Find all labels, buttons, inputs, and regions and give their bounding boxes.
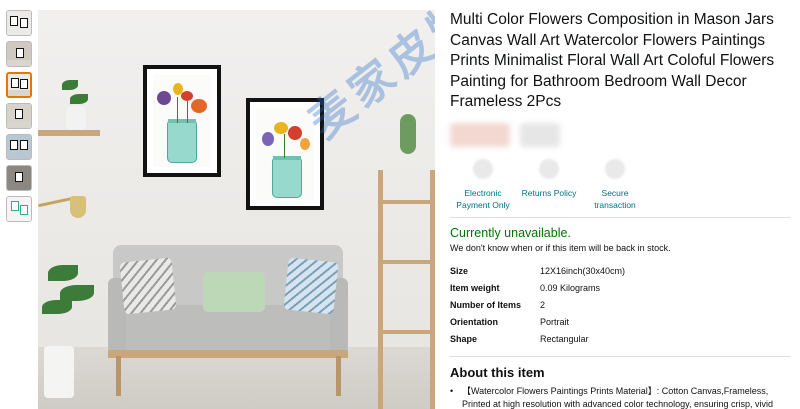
- thumbnail-1[interactable]: [6, 10, 32, 36]
- spec-value: Portrait: [540, 316, 570, 327]
- about-bullet-text: 【Watercolor Flowers Paintings Prints Mat…: [462, 385, 774, 409]
- spec-value: 0.09 Kilograms: [540, 282, 601, 293]
- trust-badges: Electronic Payment Only Returns Policy S…: [450, 158, 790, 215]
- spec-value: 2: [540, 299, 546, 310]
- spec-key: Item weight: [450, 282, 500, 293]
- thumbnail-4[interactable]: [6, 103, 32, 129]
- spec-row-shape: Shape Rectangular: [450, 331, 790, 348]
- thumbnail-5[interactable]: [6, 134, 32, 160]
- spec-table: Size 12X16inch(30x40cm) Item weight 0.09…: [450, 263, 790, 348]
- spec-key: Orientation: [450, 316, 499, 327]
- returns-icon: [539, 158, 559, 179]
- thumbnail-3[interactable]: [6, 72, 32, 98]
- thumbnail-7[interactable]: [6, 196, 32, 222]
- spec-row-size: Size 12X16inch(30x40cm): [450, 263, 790, 280]
- spec-value: Rectangular: [540, 333, 589, 344]
- spec-value: 12X16inch(30x40cm): [540, 265, 626, 276]
- badge-returns-policy[interactable]: Returns Policy: [516, 158, 582, 215]
- availability-note: We don't know when or if this item will …: [450, 242, 671, 253]
- product-title: Multi Color Flowers Composition in Mason…: [450, 11, 775, 110]
- thumbnail-6[interactable]: [6, 165, 32, 191]
- framed-print-right: [246, 98, 324, 210]
- lock-icon: [605, 158, 625, 179]
- badge-label: Returns Policy: [521, 187, 577, 198]
- badge-label: Electronic Payment Only: [456, 187, 510, 210]
- thumbnail-2[interactable]: [6, 41, 32, 67]
- price-area-blurred: [450, 122, 790, 153]
- spec-key: Size: [450, 265, 469, 276]
- badge-electronic-payment[interactable]: Electronic Payment Only: [450, 158, 516, 215]
- badge-secure-transaction[interactable]: Secure transaction: [582, 158, 648, 215]
- spec-row-weight: Item weight 0.09 Kilograms: [450, 280, 790, 297]
- product-main-image[interactable]: 麦家皮特: [38, 10, 435, 409]
- availability-status: Currently unavailable.: [450, 225, 571, 240]
- spec-key: Shape: [450, 333, 478, 344]
- spec-row-number-of-items: Number of Items 2: [450, 297, 790, 314]
- divider: [450, 216, 790, 218]
- thumbnail-strip: [6, 10, 34, 227]
- badge-label: Secure transaction: [594, 187, 636, 210]
- divider: [450, 355, 790, 357]
- spec-key: Number of Items: [450, 299, 522, 310]
- spec-row-orientation: Orientation Portrait: [450, 314, 790, 331]
- about-bullet: • 【Watercolor Flowers Paintings Prints M…: [450, 385, 790, 409]
- wall-shelf: [38, 130, 100, 136]
- product-details: Multi Color Flowers Composition in Mason…: [450, 10, 790, 409]
- framed-print-left: [143, 65, 221, 177]
- about-title: About this item: [450, 364, 545, 380]
- payment-icon: [473, 158, 493, 179]
- bullet-dot-icon: •: [450, 385, 454, 396]
